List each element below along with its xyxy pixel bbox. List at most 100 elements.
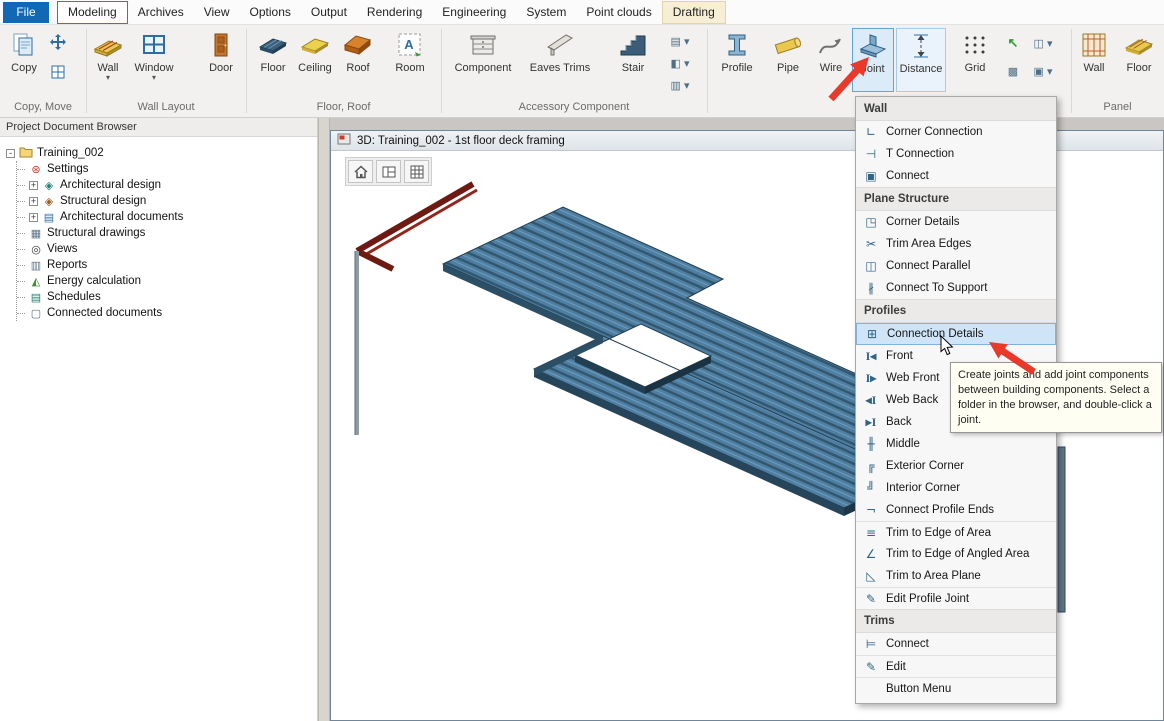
collapse-icon[interactable]: - — [6, 149, 15, 158]
tree-item-architectural-design[interactable]: + ◈ Architectural design — [17, 177, 317, 193]
move-button[interactable] — [46, 31, 70, 55]
panel-floor-button[interactable]: Floor — [1118, 28, 1160, 92]
select-tool-button[interactable]: ↖ — [1000, 33, 1026, 53]
menu-section-wall: Wall — [856, 97, 1056, 121]
menu-item-trims-connect[interactable]: ⊨ Connect — [856, 633, 1056, 655]
tree-item-energy-calculation[interactable]: ◭ Energy calculation — [17, 273, 317, 289]
tab-system[interactable]: System — [516, 1, 576, 24]
energy-calculation-icon: ◭ — [29, 275, 43, 288]
pipe-button[interactable]: Pipe — [766, 28, 810, 92]
tree-item-label: Connected documents — [47, 307, 162, 319]
menu-item-connect-profile-ends[interactable]: ¬ Connect Profile Ends — [856, 499, 1056, 521]
split-view-button[interactable] — [376, 160, 401, 183]
corner-details-icon: ◳ — [863, 215, 879, 229]
menu-item-edit-profile-joint[interactable]: ✎ Edit Profile Joint — [856, 587, 1056, 609]
tab-drafting[interactable]: Drafting — [662, 1, 726, 24]
pick-tool-button[interactable]: ◫ ▾ — [1028, 33, 1058, 53]
menu-item-label: Corner Details — [886, 216, 960, 228]
menu-item-trim-area-edges[interactable]: ✂ Trim Area Edges — [856, 233, 1056, 255]
menu-item-trim-to-area-plane[interactable]: ◺ Trim to Area Plane — [856, 565, 1056, 587]
stair-button[interactable]: Stair — [604, 28, 662, 92]
group-label-floor-roof: Floor, Roof — [246, 101, 441, 113]
tab-point-clouds[interactable]: Point clouds — [576, 1, 661, 24]
trim-area-edges-icon: ✂ — [863, 237, 879, 251]
group-separator — [707, 29, 708, 113]
menu-item-button-menu[interactable]: Button Menu — [856, 677, 1056, 699]
tree-item-structural-drawings[interactable]: ▦ Structural drawings — [17, 225, 317, 241]
distance-button[interactable]: Distance — [896, 28, 946, 92]
tree-item-schedules[interactable]: ▤ Schedules — [17, 289, 317, 305]
room-button[interactable]: A Room — [388, 28, 432, 92]
component-button[interactable]: Component — [450, 28, 516, 92]
tree-root-training-002[interactable]: - Training_002 — [6, 145, 317, 161]
eaves-trims-button[interactable]: Eaves Trims — [524, 28, 596, 92]
menu-item-trim-to-edge-of-angled-area[interactable]: ∠ Trim to Edge of Angled Area — [856, 543, 1056, 565]
menu-item-label: Connect Parallel — [886, 260, 970, 272]
menu-item-connect[interactable]: ▣ Connect — [856, 165, 1056, 187]
connect-to-support-icon: ∦ — [863, 281, 879, 295]
tab-rendering[interactable]: Rendering — [357, 1, 432, 24]
menu-item-interior-corner[interactable]: ╝ Interior Corner — [856, 477, 1056, 499]
panel-wall-button[interactable]: Wall — [1074, 28, 1114, 92]
wire-button[interactable]: Wire — [812, 28, 850, 92]
pick-tool-icon: ◫ ▾ — [1034, 37, 1053, 50]
copy-button[interactable]: Copy — [4, 28, 44, 92]
menu-item-corner-connection[interactable]: ∟ Corner Connection — [856, 121, 1056, 143]
menu-item-connect-to-support[interactable]: ∦ Connect To Support — [856, 277, 1056, 299]
connect-icon: ▣ — [863, 169, 879, 183]
tab-modeling[interactable]: Modeling — [57, 1, 128, 24]
tab-output[interactable]: Output — [301, 1, 357, 24]
tree-item-structural-design[interactable]: + ◈ Structural design — [17, 193, 317, 209]
accessory-mini-tool-1[interactable]: ▤ ▾ — [664, 31, 696, 51]
tab-engineering[interactable]: Engineering — [432, 1, 516, 24]
window-button[interactable]: Window ▾ — [132, 28, 176, 92]
expand-icon[interactable]: + — [29, 197, 38, 206]
door-button[interactable]: Door — [200, 28, 242, 92]
half-panel-tool-icon: ◧ ▾ — [671, 57, 690, 70]
profile-button[interactable]: Profile — [714, 28, 760, 92]
interior-corner-icon: ╝ — [863, 481, 879, 495]
tab-archives[interactable]: Archives — [128, 1, 194, 24]
menu-item-label: Connect — [886, 638, 929, 650]
tree-item-architectural-documents[interactable]: + ▤ Architectural documents — [17, 209, 317, 225]
tree-item-label: Energy calculation — [47, 275, 141, 287]
menu-section-trims: Trims — [856, 609, 1056, 633]
copy-multiple-button[interactable] — [46, 61, 70, 85]
home-view-button[interactable] — [348, 160, 373, 183]
roof-button[interactable]: Roof — [336, 28, 380, 92]
panel-splitter[interactable] — [318, 118, 330, 721]
tab-view[interactable]: View — [194, 1, 240, 24]
tree-item-views[interactable]: ◎ Views — [17, 241, 317, 257]
tab-options[interactable]: Options — [240, 1, 301, 24]
joint-button[interactable]: Joint — [852, 28, 894, 92]
menu-item-label: Web Front — [886, 372, 939, 384]
menu-item-exterior-corner[interactable]: ╔ Exterior Corner — [856, 455, 1056, 477]
tree-item-settings[interactable]: ⊛ Settings — [17, 161, 317, 177]
grid-button[interactable]: Grid — [954, 28, 996, 92]
menu-item-trims-edit[interactable]: ✎ Edit — [856, 655, 1056, 677]
expand-icon[interactable]: + — [29, 181, 38, 190]
window-tool-button[interactable]: ▣ ▾ — [1028, 61, 1058, 81]
menu-item-connect-parallel[interactable]: ◫ Connect Parallel — [856, 255, 1056, 277]
accessory-mini-tool-2[interactable]: ◧ ▾ — [664, 53, 696, 73]
menu-item-middle[interactable]: ╫ Middle — [856, 433, 1056, 455]
accessory-mini-tool-3[interactable]: ▥ ▾ — [664, 75, 696, 95]
tree-item-label: Structural drawings — [47, 227, 145, 239]
grid-view-button[interactable] — [404, 160, 429, 183]
expand-icon[interactable]: + — [29, 213, 38, 222]
floor-button[interactable]: Floor — [252, 28, 294, 92]
house-icon — [353, 164, 369, 180]
connect-parallel-icon: ◫ — [863, 259, 879, 273]
menu-item-corner-details[interactable]: ◳ Corner Details — [856, 211, 1056, 233]
ceiling-button[interactable]: Ceiling — [294, 28, 336, 92]
grid-edit-button[interactable]: ▩ — [1000, 61, 1026, 81]
tree-item-connected-documents[interactable]: ▢ Connected documents — [17, 305, 317, 321]
wall-button[interactable]: Wall ▾ — [88, 28, 128, 92]
file-menu-button[interactable]: File — [3, 2, 49, 23]
menu-item-t-connection[interactable]: ⊣ T Connection — [856, 143, 1056, 165]
menu-item-trim-to-edge-of-area[interactable]: ≡ Trim to Edge of Area — [856, 521, 1056, 543]
tree-item-label: Architectural documents — [60, 211, 183, 223]
move-icon — [50, 34, 66, 53]
menu-item-connection-details[interactable]: ⊞ Connection Details — [856, 323, 1056, 345]
tree-item-reports[interactable]: ▥ Reports — [17, 257, 317, 273]
